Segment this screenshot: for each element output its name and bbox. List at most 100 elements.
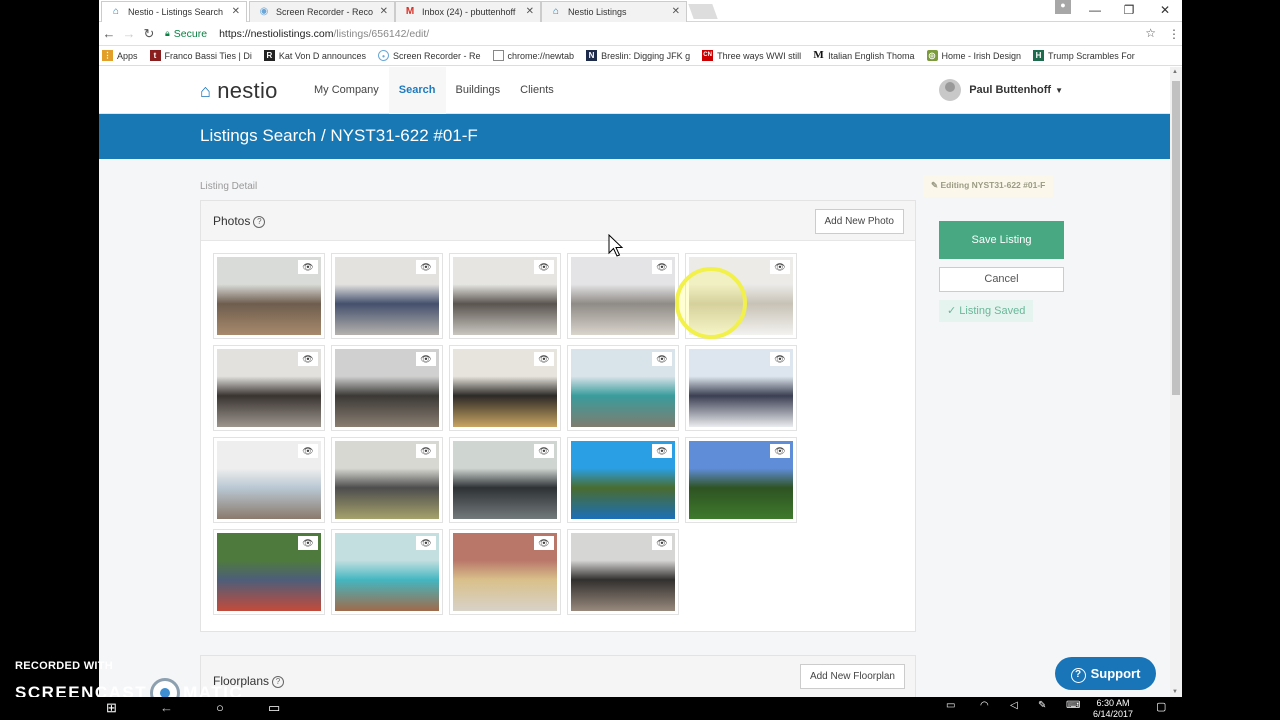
back-arrow-icon[interactable]: ← (160, 700, 173, 715)
cortana-circle-icon[interactable]: ○ (216, 700, 224, 715)
photo-thumbnail[interactable]: 👁︎ (567, 253, 679, 339)
close-tab-icon[interactable]: ✕ (526, 6, 534, 17)
battery-icon[interactable]: ▭ (946, 700, 955, 711)
tab-nestio-listings-search[interactable]: ⌂ Nestio - Listings Search ✕ (101, 1, 247, 22)
bookmark-breslin[interactable]: N Breslin: Digging JFK g (586, 50, 690, 61)
photo-image[interactable]: 👁︎ (571, 441, 675, 519)
photo-image[interactable]: 👁︎ (335, 533, 439, 611)
photo-thumbnail[interactable]: 👁︎ (331, 253, 443, 339)
close-tab-icon[interactable]: ✕ (232, 6, 240, 17)
photo-thumbnail[interactable]: 👁︎ (213, 253, 325, 339)
help-icon[interactable]: ? (272, 676, 285, 688)
back-button[interactable]: ← (99, 26, 119, 41)
visibility-eye-icon[interactable]: 👁︎ (534, 444, 554, 458)
photo-image[interactable]: 👁︎ (453, 257, 557, 335)
nav-clients[interactable]: Clients (510, 67, 564, 114)
visibility-eye-icon[interactable]: 👁︎ (416, 260, 436, 274)
nav-my-company[interactable]: My Company (304, 67, 389, 114)
pen-icon[interactable]: ✎ (1038, 700, 1046, 711)
photo-image[interactable]: 👁︎ (453, 441, 557, 519)
scrollbar-thumb[interactable] (1172, 81, 1180, 395)
photo-image[interactable]: 👁︎ (571, 533, 675, 611)
visibility-eye-icon[interactable]: 👁︎ (534, 536, 554, 550)
bookmark-newtab[interactable]: chrome://newtab (492, 50, 574, 61)
visibility-eye-icon[interactable]: 👁︎ (534, 352, 554, 366)
photo-image[interactable]: 👁︎ (217, 349, 321, 427)
close-tab-icon[interactable]: ✕ (380, 6, 388, 17)
visibility-eye-icon[interactable]: 👁︎ (298, 536, 318, 550)
add-new-floorplan-button[interactable]: Add New Floorplan (799, 664, 905, 689)
photo-thumbnail[interactable]: 👁︎ (685, 437, 797, 523)
help-icon[interactable]: ? (253, 216, 266, 228)
visibility-eye-icon[interactable]: 👁︎ (652, 352, 672, 366)
visibility-eye-icon[interactable]: 👁︎ (652, 444, 672, 458)
photo-image[interactable]: 👁︎ (571, 257, 675, 335)
support-button[interactable]: ? Support (1055, 657, 1156, 690)
photo-image[interactable]: 👁︎ (217, 441, 321, 519)
photo-image[interactable]: 👁︎ (335, 349, 439, 427)
photo-thumbnail[interactable]: 👁︎ (449, 345, 561, 431)
close-window-button[interactable]: ✕ (1149, 0, 1181, 22)
volume-icon[interactable]: ◁ (1010, 700, 1018, 711)
bookmark-italian-english[interactable]: M Italian English Thoma (813, 50, 915, 61)
photo-image[interactable]: 👁︎ (335, 441, 439, 519)
photo-image[interactable]: 👁︎ (689, 441, 793, 519)
visibility-eye-icon[interactable]: 👁︎ (770, 444, 790, 458)
windows-start-icon[interactable]: ⊞ (106, 700, 117, 716)
action-center-icon[interactable]: ▢ (1156, 700, 1166, 713)
bookmark-irish-design[interactable]: ◎ Home - Irish Design (926, 50, 1021, 61)
visibility-eye-icon[interactable]: 👁︎ (652, 536, 672, 550)
new-tab-button[interactable] (688, 4, 718, 19)
photo-thumbnail[interactable]: 👁︎ (331, 529, 443, 615)
user-menu[interactable]: Paul Buttenhoff ▼ (939, 79, 1063, 101)
nav-search[interactable]: Search (388, 67, 446, 114)
browser-menu-icon[interactable]: ⋮ (1166, 27, 1182, 41)
close-tab-icon[interactable]: ✕ (672, 6, 680, 17)
photo-image[interactable]: 👁︎ (689, 349, 793, 427)
photo-thumbnail[interactable]: 👁︎ (567, 345, 679, 431)
tab-nestio-listings[interactable]: ⌂ Nestio Listings ✕ (541, 1, 687, 22)
photo-image[interactable]: 👁︎ (453, 349, 557, 427)
reload-button[interactable]: ↻ (139, 26, 159, 42)
wifi-icon[interactable]: ◠ (980, 700, 989, 711)
visibility-eye-icon[interactable]: 👁︎ (534, 260, 554, 274)
profile-icon[interactable]: ● (1055, 0, 1071, 14)
photo-thumbnail[interactable]: 👁︎ (567, 529, 679, 615)
scroll-down-icon[interactable]: ▼ (1172, 689, 1178, 695)
forward-button[interactable]: → (119, 26, 139, 41)
visibility-eye-icon[interactable]: 👁︎ (416, 444, 436, 458)
visibility-eye-icon[interactable]: 👁︎ (298, 444, 318, 458)
photo-thumbnail[interactable]: 👁︎ (331, 345, 443, 431)
photo-thumbnail[interactable]: 👁︎ (449, 437, 561, 523)
photo-thumbnail[interactable]: 👁︎ (331, 437, 443, 523)
visibility-eye-icon[interactable]: 👁︎ (416, 352, 436, 366)
keyboard-icon[interactable]: ⌨ (1066, 700, 1080, 711)
visibility-eye-icon[interactable]: 👁︎ (298, 260, 318, 274)
visibility-eye-icon[interactable]: 👁︎ (416, 536, 436, 550)
photo-thumbnail[interactable]: 👁︎ (213, 529, 325, 615)
page-scrollbar[interactable]: ▲ ▼ (1170, 67, 1182, 697)
bookmark-franco-bassi[interactable]: t Franco Bassi Ties | Di (149, 50, 252, 61)
photo-image[interactable]: 👁︎ (571, 349, 675, 427)
photo-thumbnail[interactable]: 👁︎ (685, 345, 797, 431)
bookmark-star-icon[interactable]: ☆ (1145, 26, 1156, 40)
restore-button[interactable]: ❐ (1113, 0, 1145, 22)
bookmark-apps[interactable]: ⋮ Apps (102, 50, 138, 61)
save-listing-button[interactable]: Save Listing (939, 221, 1064, 259)
bookmark-wwi[interactable]: CN Three ways WWI still (702, 50, 801, 61)
photo-thumbnail[interactable]: 👁︎ (567, 437, 679, 523)
visibility-eye-icon[interactable]: 👁︎ (298, 352, 318, 366)
photo-thumbnail[interactable]: 👁︎ (213, 437, 325, 523)
visibility-eye-icon[interactable]: 👁︎ (652, 260, 672, 274)
photo-thumbnail[interactable]: 👁︎ (213, 345, 325, 431)
tab-screen-recorder[interactable]: ◉ Screen Recorder - Reco ✕ (249, 1, 395, 22)
minimize-button[interactable]: — (1079, 0, 1111, 22)
visibility-eye-icon[interactable]: 👁︎ (770, 260, 790, 274)
scroll-up-icon[interactable]: ▲ (1172, 69, 1178, 75)
add-new-photo-button[interactable]: Add New Photo (814, 209, 904, 234)
nav-buildings[interactable]: Buildings (446, 67, 511, 114)
system-clock[interactable]: 6:30 AM 6/14/2017 (1093, 698, 1133, 720)
visibility-eye-icon[interactable]: 👁︎ (770, 352, 790, 366)
bookmark-trump-scrambles[interactable]: H Trump Scrambles For (1033, 50, 1135, 61)
bookmark-kat-von-d[interactable]: R Kat Von D announces (263, 50, 366, 61)
